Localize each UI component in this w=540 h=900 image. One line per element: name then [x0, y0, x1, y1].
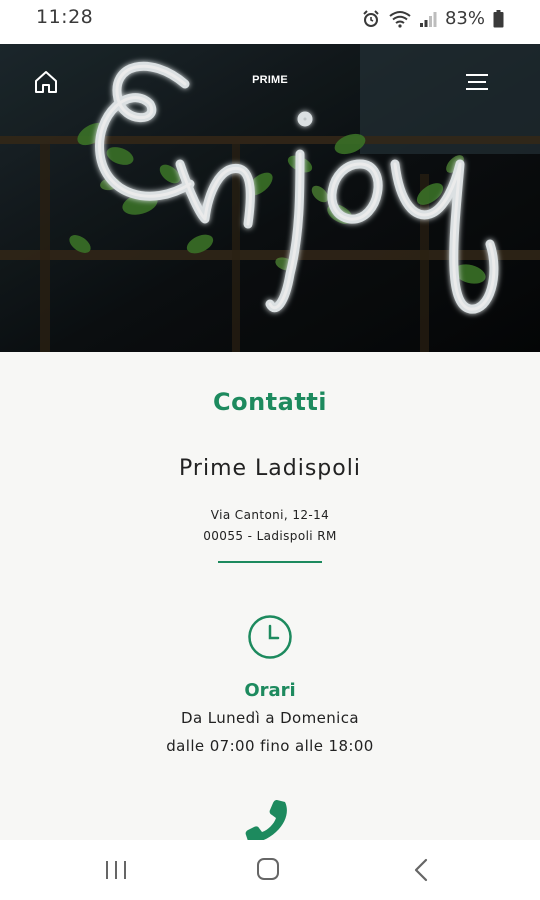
hours-days: Da Lunedì a Domenica — [181, 709, 359, 727]
nav-home-button[interactable] — [252, 856, 284, 884]
battery-label: 83% — [444, 8, 485, 29]
battery-icon — [493, 9, 504, 28]
system-nav-bar — [0, 840, 540, 900]
venue-name: Prime Ladispoli — [179, 456, 361, 481]
signal-icon — [419, 10, 437, 28]
status-bar: 11:28 83% — [0, 0, 540, 44]
hours-time: dalle 07:00 fino alle 18:00 — [166, 737, 374, 755]
address-line-2[interactable]: 00055 - Ladispoli RM — [0, 529, 540, 543]
clock-icon — [247, 614, 293, 660]
menu-icon — [466, 74, 488, 90]
wifi-icon — [389, 10, 411, 28]
hero-banner: PRIME — [0, 44, 540, 352]
back-button[interactable] — [406, 856, 438, 884]
contact-section: Contatti Prime Ladispoli Via Cantoni, 12… — [0, 352, 540, 840]
recents-icon — [106, 861, 126, 879]
status-icons: 83% — [361, 8, 504, 29]
address-line-1[interactable]: Via Cantoni, 12-14 — [0, 508, 540, 522]
home-nav-icon — [257, 858, 279, 880]
section-title: Contatti — [212, 388, 328, 416]
status-time: 11:28 — [36, 6, 94, 28]
hours-title: Orari — [244, 680, 296, 701]
divider — [218, 561, 322, 563]
alarm-icon — [361, 9, 381, 29]
hero-header: PRIME — [0, 44, 540, 124]
phone-icon[interactable] — [245, 796, 293, 840]
back-icon — [414, 858, 428, 882]
recents-button[interactable] — [100, 856, 132, 884]
brand-title: PRIME — [252, 74, 288, 86]
menu-button[interactable] — [466, 72, 490, 92]
